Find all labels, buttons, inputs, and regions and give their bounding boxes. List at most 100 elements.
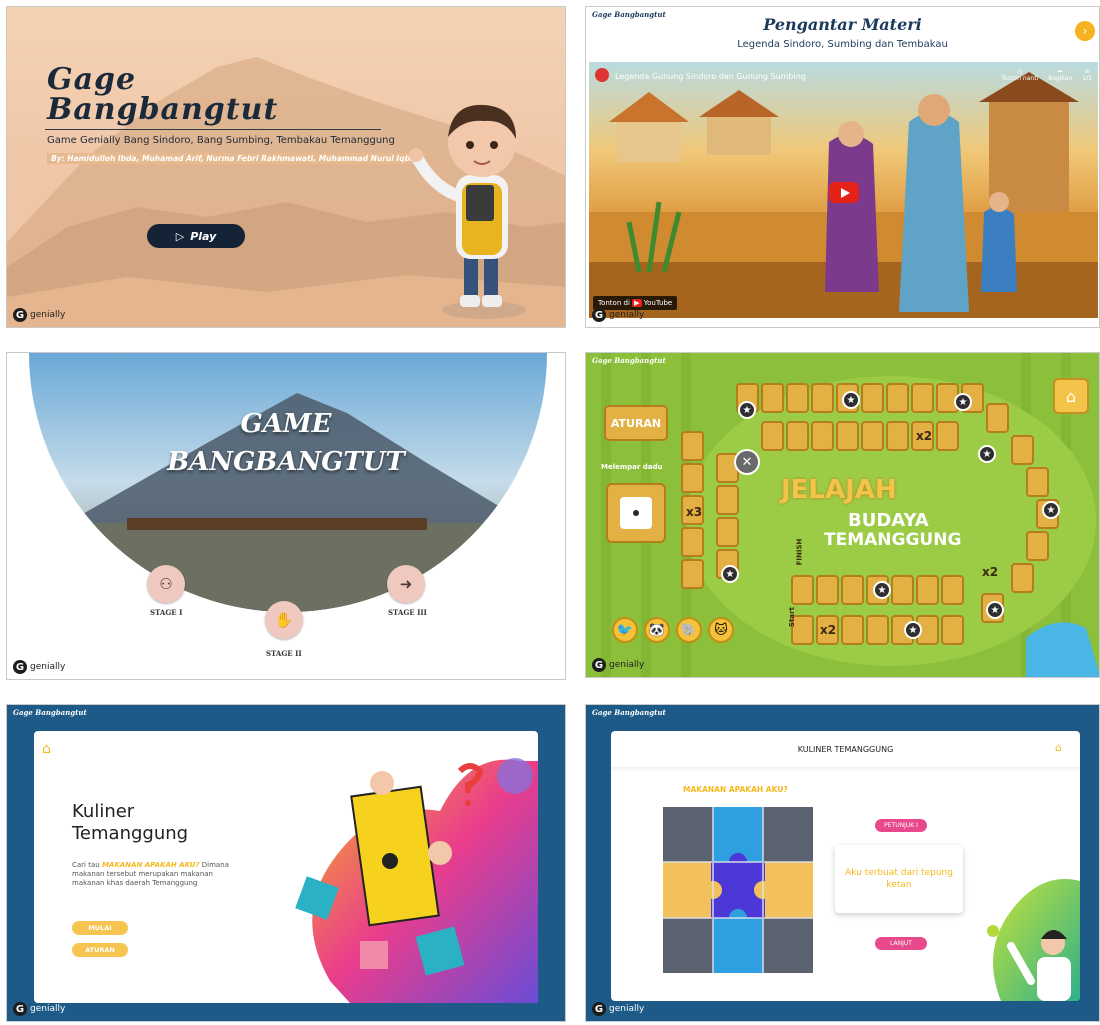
board-tile — [936, 421, 959, 451]
board-tile — [716, 485, 739, 515]
gage-logo: Gage Bangbangtut — [592, 356, 666, 365]
video-title[interactable]: Legenda Gunung Sindoro dan Gunung Sumbin… — [615, 72, 806, 81]
jigsaw-puzzle-board[interactable] — [663, 807, 813, 973]
board-tile — [886, 383, 909, 413]
youtube-logo-icon: ▶ — [632, 299, 642, 307]
star-icon: ★ — [842, 391, 860, 409]
genially-logo-icon: G — [13, 1002, 27, 1016]
board-tile — [811, 421, 834, 451]
stage-1-label: STAGE I — [150, 608, 183, 617]
hand-icon: ✋ — [274, 611, 294, 629]
genially-logo-icon: G — [592, 308, 606, 322]
board-tile — [681, 559, 704, 589]
home-icon: ⌂ — [1065, 386, 1077, 406]
board-tile — [681, 463, 704, 493]
genially-logo-icon: G — [592, 658, 606, 672]
star-icon: ★ — [954, 393, 972, 411]
star-icon: ★ — [873, 581, 891, 599]
home-icon: ⌂ — [1055, 741, 1062, 754]
home-button[interactable]: ⌂ — [1055, 741, 1062, 754]
board-tile — [916, 575, 939, 605]
board-tile — [811, 383, 834, 413]
next-button[interactable]: LANJUT — [875, 937, 927, 950]
blocked-icon: ✕ — [734, 449, 760, 475]
x3-label: x3 — [686, 505, 703, 519]
section-title: Kuliner Temanggung — [72, 801, 189, 844]
slide-title: Pengantar Materi — [763, 15, 922, 34]
board-tile — [681, 527, 704, 557]
question-label: MAKANAN APAKAH AKU? — [683, 785, 788, 794]
x2-label: x2 — [916, 429, 933, 443]
slide-subtitle: Legenda Sindoro, Sumbing dan Tembakau — [737, 39, 948, 50]
watch-later-button[interactable]: ◷ Tonton nanti — [1001, 68, 1038, 82]
clue-card: Aku terbuat dari tepung ketan — [835, 845, 963, 913]
girl-illustration — [987, 879, 1080, 1001]
genially-brand: G genially — [592, 308, 644, 322]
youtube-video-embed[interactable]: Legenda Gunung Sindoro dan Gunung Sumbin… — [589, 62, 1098, 318]
rules-button[interactable]: ATURAN — [72, 943, 128, 957]
youtube-play-button[interactable] — [829, 182, 859, 203]
genially-brand: G genially — [13, 1002, 65, 1016]
authors-label: By: Hamidulloh Ibda, Muhamad Arif, Nurma… — [47, 153, 422, 164]
home-button[interactable]: ⌂ — [42, 741, 51, 757]
star-icon: ★ — [721, 565, 739, 583]
playlist-icon: ≡ — [1084, 68, 1090, 75]
genially-logo-icon: G — [592, 1002, 606, 1016]
x2-label: x2 — [982, 565, 999, 579]
start-button[interactable]: MULAI — [72, 921, 128, 935]
card-header-title: KULINER TEMANGGUNG — [797, 745, 894, 754]
home-icon: ⌂ — [42, 741, 51, 757]
board-tile — [861, 421, 884, 451]
board-tile — [986, 403, 1009, 433]
star-icon: ★ — [978, 445, 996, 463]
board-tile — [861, 383, 884, 413]
rules-button[interactable]: ATURAN — [604, 405, 668, 441]
board-tile — [786, 421, 809, 451]
genially-logo-icon: G — [13, 660, 27, 674]
title-underline — [45, 129, 381, 130]
next-slide-button[interactable]: › — [1075, 21, 1095, 41]
board-tile — [841, 575, 864, 605]
pawn-bird-icon[interactable]: 🐦 — [612, 617, 638, 643]
x2-label: x2 — [820, 623, 837, 637]
stage-2-button[interactable]: ✋ — [265, 601, 303, 639]
board-tile — [681, 431, 704, 461]
stage-3-button[interactable]: ➜ — [387, 565, 425, 603]
board-tile — [791, 575, 814, 605]
pawn-cat-icon[interactable]: 🐱 — [708, 617, 734, 643]
game-subtitle: Game Genially Bang Sindoro, Bang Sumbing… — [47, 135, 395, 146]
hint-button[interactable]: PETUNJUK I — [875, 819, 927, 832]
playlist-button[interactable]: ≡ 1/1 — [1082, 68, 1092, 82]
pawn-panda-icon[interactable]: 🐼 — [644, 617, 670, 643]
gage-logo: Gage Bangbangtut — [592, 708, 666, 717]
share-button[interactable]: ➦ Bagikan — [1048, 68, 1072, 82]
home-button[interactable]: ⌂ — [1053, 378, 1089, 414]
dice-button[interactable] — [606, 483, 666, 543]
play-button[interactable]: ▷ Play — [147, 224, 245, 248]
channel-avatar[interactable] — [595, 68, 609, 82]
star-icon: ★ — [904, 621, 922, 639]
slide-stage-select: GAME BANGBANGTUT ⚇ STAGE I ✋ STAGE II ➜ … — [6, 352, 566, 680]
stage-1-button[interactable]: ⚇ — [147, 565, 185, 603]
board-tile — [841, 615, 864, 645]
game-title: Gage Bangbangtut — [47, 62, 279, 127]
content-card: ⌂ Kuliner Temanggung Cari tau MAKANAN AP… — [34, 731, 538, 1003]
finish-label: FINISH — [795, 538, 804, 566]
puzzle-door-illustration — [295, 758, 538, 1003]
board-tile — [1026, 467, 1049, 497]
gamepad-icon: ⚇ — [159, 575, 173, 593]
genially-brand: G genially — [13, 308, 65, 322]
board-tile — [761, 383, 784, 413]
slide-intro-video: Gage Bangbangtut Pengantar Materi Legend… — [585, 6, 1100, 328]
play-label: Play — [190, 229, 217, 243]
board-tile — [1026, 531, 1049, 561]
pawn-elephant-icon[interactable]: 🐘 — [676, 617, 702, 643]
video-actions: ◷ Tonton nanti ➦ Bagikan ≡ 1/1 — [1001, 68, 1092, 82]
arrow-icon: ➜ — [399, 575, 413, 593]
board-tile — [941, 615, 964, 645]
board-title-temanggung: TEMANGGUNG — [824, 530, 962, 550]
gage-logo: Gage Bangbangtut — [13, 708, 87, 717]
start-label: Start — [787, 607, 796, 627]
board-tile — [786, 383, 809, 413]
board-title-budaya: BUDAYA — [848, 510, 929, 531]
